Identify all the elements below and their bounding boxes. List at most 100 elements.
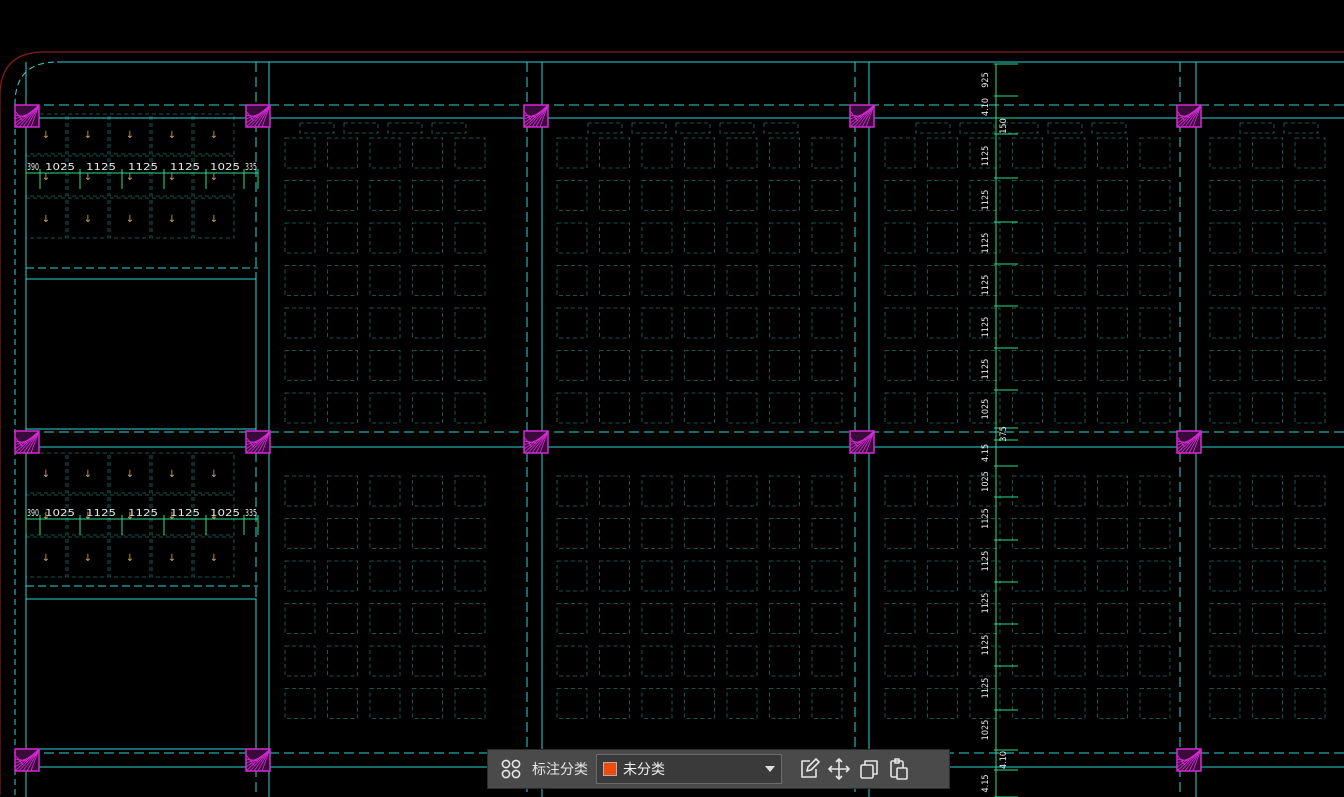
grid-cell xyxy=(1209,688,1241,719)
grid-cell xyxy=(1252,392,1283,424)
grid-cell xyxy=(327,560,358,592)
grid-cell xyxy=(1012,222,1043,254)
grid-cell xyxy=(1139,392,1171,424)
grid-cell xyxy=(556,137,588,169)
grid-cell xyxy=(327,222,358,254)
grid-cell xyxy=(1097,222,1128,254)
arrow-icon: ↓ xyxy=(84,130,92,141)
grid-cell xyxy=(684,307,715,339)
category-dropdown[interactable]: 未分类 xyxy=(596,754,782,784)
grid-cell xyxy=(412,392,443,424)
opening-rect xyxy=(25,278,257,430)
group-icon[interactable] xyxy=(496,754,526,784)
grid-cell xyxy=(599,350,630,381)
grid-cell xyxy=(1097,603,1128,634)
grid-cell xyxy=(1209,518,1241,549)
grid-strip xyxy=(675,122,711,134)
arrow-icon: ↓ xyxy=(42,214,50,225)
copy-icon[interactable] xyxy=(854,754,884,784)
grid-cell xyxy=(369,518,401,549)
grid-cell xyxy=(927,645,958,677)
cad-drawing-canvas[interactable]: ↓↓↓↓↓↓↓↓↓↓↓↓↓↓↓↓↓↓↓↓↓↓↓↓↓↓↓↓↓↓ 390 1025 11… xyxy=(0,0,1344,797)
column-block xyxy=(245,430,271,454)
grid-cell xyxy=(1294,265,1326,296)
grid-cell xyxy=(769,307,800,339)
grid-cell xyxy=(927,560,958,592)
grid-cell xyxy=(927,475,958,507)
dimension-label: 390 xyxy=(27,508,39,519)
dimension-label: 1125 xyxy=(981,635,991,656)
grid-cell xyxy=(684,222,715,254)
grid-cell xyxy=(726,603,758,634)
grid-cell xyxy=(1139,560,1171,592)
grid-cell xyxy=(1054,603,1086,634)
grid-cell xyxy=(284,688,316,719)
grid-cell xyxy=(726,645,758,677)
opening-rect xyxy=(25,598,257,750)
grid-cell xyxy=(726,475,758,507)
grid-cell xyxy=(599,392,630,424)
grid-cell xyxy=(641,265,673,296)
column-block xyxy=(14,430,40,454)
boundary-line xyxy=(0,51,1344,795)
grid-cell xyxy=(599,222,630,254)
grid-cell xyxy=(1252,645,1283,677)
category-color-swatch xyxy=(603,762,617,776)
grid-cell xyxy=(769,475,800,507)
edit-icon[interactable] xyxy=(794,754,824,784)
grid-cell xyxy=(369,560,401,592)
grid-cell xyxy=(454,645,486,677)
grid-cell xyxy=(1139,265,1171,296)
arrow-icon: ↓ xyxy=(84,172,92,183)
grid-cell xyxy=(369,180,401,211)
dimension-label: 4.15 xyxy=(981,444,991,462)
dimension-label: 4.10 xyxy=(999,751,1009,769)
grid-cell xyxy=(369,475,401,507)
grid-cell xyxy=(927,603,958,634)
grid-cell xyxy=(811,518,843,549)
grid-cell xyxy=(1139,645,1171,677)
grid-cell xyxy=(599,688,630,719)
grid-cell xyxy=(412,307,443,339)
grid-cell xyxy=(1209,137,1241,169)
grid-cell xyxy=(284,475,316,507)
grid-cell xyxy=(1294,518,1326,549)
arrow-icon: ↓ xyxy=(126,553,134,564)
arrow-icon: ↓ xyxy=(168,214,176,225)
grid-cell xyxy=(641,180,673,211)
grid-cell xyxy=(884,645,916,677)
grid-cell xyxy=(1139,307,1171,339)
grid-cell xyxy=(811,688,843,719)
grid-cell xyxy=(1097,688,1128,719)
grid-cell xyxy=(811,603,843,634)
dimension-label: 4.10 xyxy=(981,98,991,116)
grid-cell xyxy=(1054,180,1086,211)
grid-cell xyxy=(454,222,486,254)
grid-cell xyxy=(1139,180,1171,211)
grid-strip xyxy=(1003,122,1039,134)
grid-cell xyxy=(412,645,443,677)
arrow-icon: ↓ xyxy=(210,553,218,564)
column-block xyxy=(523,104,549,128)
grid-cell xyxy=(412,475,443,507)
grid-strip xyxy=(587,122,623,134)
paste-icon[interactable] xyxy=(884,754,914,784)
grid-cell xyxy=(1209,560,1241,592)
move-icon[interactable] xyxy=(824,754,854,784)
grid-cell xyxy=(327,603,358,634)
dimension-label: 1025 xyxy=(45,508,75,519)
grid-cell xyxy=(1097,518,1128,549)
grid-cell xyxy=(1097,392,1128,424)
grid-strip xyxy=(299,122,335,134)
grid-cell xyxy=(1054,137,1086,169)
grid-cell xyxy=(1209,180,1241,211)
grid-cell xyxy=(369,645,401,677)
grid-cell xyxy=(369,222,401,254)
arrow-icon: ↓ xyxy=(42,469,50,480)
grid-cell xyxy=(327,518,358,549)
grid-cell xyxy=(1097,180,1128,211)
grid-cell xyxy=(769,180,800,211)
grid-cell xyxy=(1097,645,1128,677)
grid-cell xyxy=(769,518,800,549)
arrow-icon: ↓ xyxy=(168,553,176,564)
